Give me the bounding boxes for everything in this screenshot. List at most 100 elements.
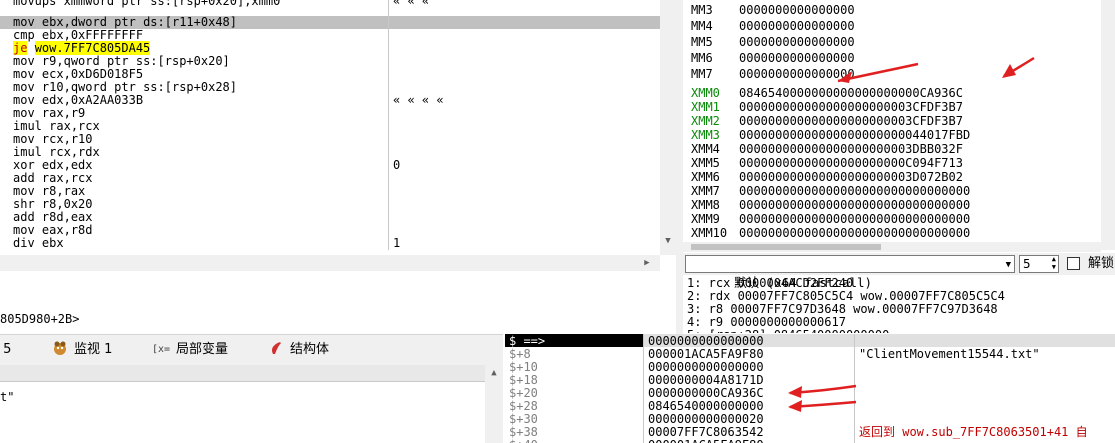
scroll-right-icon[interactable]: ▶ (640, 257, 654, 269)
call-convention-select[interactable]: 默认 (x64 fastcall) ▼ (685, 255, 1015, 290)
disasm-vertical-scrollbar[interactable]: ▼ (660, 0, 676, 255)
registers-pane[interactable]: MM3 0000000000000000 MM4 0000000000000000 MM… (683, 0, 1115, 250)
register-value: 0000000000000000 (739, 67, 855, 81)
stack-column-divider (643, 334, 644, 443)
register-name: MM5 (691, 35, 713, 49)
disasm-operands: r8d,eax (41, 210, 93, 224)
tab-label: 监视 1 (74, 342, 113, 357)
register-row-xmm5[interactable]: XMM5 00000000000000000000000C094F713 (691, 156, 963, 171)
unlock-label: 解锁 (1088, 256, 1115, 271)
disasm-operands: ebx,0xFFFFFFFF (41, 28, 144, 42)
disasm-horizontal-scrollbar[interactable]: ▶ (0, 255, 660, 271)
disasm-mnemonic: mov (13, 132, 35, 146)
disasm-mnemonic: imul (13, 145, 42, 159)
register-row-xmm0[interactable]: XMM0 0846540000000000000000000CA936C (691, 86, 963, 101)
disassembly-pane[interactable]: movups xmmword ptr ss:[rsp+0x20],xmm0 mo… (0, 0, 668, 250)
disasm-operands: r8,0x20 (41, 197, 93, 211)
disasm-operands: edx,edx (41, 158, 93, 172)
disasm-line-partial[interactable]: movups xmmword ptr ss:[rsp+0x20],xmm0 (13, 0, 280, 8)
register-row-xmm6[interactable]: XMM6 000000000000000000000003D072B02 (691, 170, 963, 185)
disasm-operands: eax,r8d (41, 223, 93, 237)
disasm-mnemonic: mov (13, 223, 35, 237)
register-name: XMM2 (691, 114, 720, 128)
tab-struct[interactable]: 结构体 (268, 339, 329, 361)
watch-cell-value: t" (0, 390, 15, 404)
register-value: 00000000000000000000000044017FBD (739, 128, 971, 142)
tab-locals[interactable]: [x=] 局部变量 (152, 339, 228, 361)
register-value: 00000000000000000000000000000000 (739, 212, 971, 226)
register-row-mm4[interactable]: MM4 0000000000000000 (691, 19, 855, 34)
disasm-operands: rcx,r10 (41, 132, 93, 146)
disasm-operands: ebx (41, 236, 64, 250)
register-value: 00000000000000000000000C094F713 (739, 156, 963, 170)
disasm-operands: r8,rax (41, 184, 86, 198)
register-name: XMM0 (691, 86, 720, 100)
watch-icon (54, 341, 66, 355)
tab-watch[interactable]: 监视 1 (52, 339, 112, 361)
registers-horizontal-scrollbar[interactable] (683, 242, 1101, 252)
disasm-operands: edx,0xA2AA033B (41, 93, 144, 107)
register-row-xmm8[interactable]: XMM8 00000000000000000000000000000000 (691, 198, 970, 213)
spinner-arrows-icon[interactable]: ▲ ▼ (1052, 255, 1056, 271)
comment-top: « « « (393, 0, 430, 8)
disasm-operands: r9,qword ptr ss:[rsp+0x20] (41, 54, 230, 68)
disasm-mnemonic: cmp (13, 28, 35, 42)
register-row-xmm7[interactable]: XMM7 00000000000000000000000000000000 (691, 184, 970, 199)
scroll-down-icon[interactable]: ▼ (661, 235, 675, 247)
watch-scrollbar[interactable]: ▲ (485, 365, 503, 443)
svg-text:[x=]: [x=] (152, 344, 170, 355)
disasm-line[interactable]: div ebx (13, 237, 64, 250)
argument-row[interactable]: 5: [rsp+28] 0846540000000000 (687, 329, 889, 334)
register-value: 0000000000000000 (739, 51, 855, 65)
register-name: MM3 (691, 3, 713, 17)
register-row-xmm3[interactable]: XMM3 00000000000000000000000044017FBD (691, 128, 971, 143)
stack-value[interactable]: 000001ACA5FA9F80 (648, 439, 764, 443)
tab-log[interactable]: 存 5 (0, 339, 11, 361)
disasm-mnemonic: add (13, 171, 35, 185)
comment-xor: 0 (393, 158, 401, 172)
register-row-xmm9[interactable]: XMM9 00000000000000000000000000000000 (691, 212, 971, 227)
comment-mov-edx: « « « « (393, 93, 444, 107)
stack-comment: 返回到 wow.sub_7FF7C8063501+41 自 (859, 425, 1088, 439)
register-row-mm7[interactable]: MM7 0000000000000000 (691, 67, 855, 82)
locals-icon: [x=] (152, 344, 170, 355)
register-row-xmm2[interactable]: XMM2 000000000000000000000003CFDF3B7 (691, 114, 963, 129)
register-name: MM4 (691, 19, 713, 33)
register-value: 00000000000000000000000000000000 (739, 226, 971, 240)
argument-count-spinner[interactable]: 5 ▲ ▼ (1019, 255, 1059, 273)
register-name: XMM5 (691, 156, 720, 170)
disasm-operands: rax,rcx (41, 171, 93, 185)
register-name: XMM1 (691, 100, 720, 114)
register-name: XMM4 (691, 142, 720, 156)
registers-scrollbar[interactable] (1101, 0, 1115, 250)
register-value: 000000000000000000000003D072B02 (739, 170, 963, 184)
register-row-mm5[interactable]: MM5 0000000000000000 (691, 35, 855, 50)
disasm-mnemonic: imul (13, 119, 42, 133)
register-row-mm3[interactable]: MM3 0000000000000000 (691, 3, 855, 18)
bottom-tab-bar: 存 5 监视 1 [x=] 局部变量 结构体 (0, 334, 503, 366)
info-text: 805D980+2B> (0, 312, 80, 326)
register-row-xmm1[interactable]: XMM1 000000000000000000000003CFDF3B7 (691, 100, 963, 115)
disasm-operands: wow.7FF7C805DA45 (34, 41, 151, 55)
arguments-list[interactable]: 1: rcx 0000004ACD2FF240 2: rdx 00007FF7C8… (683, 275, 1115, 334)
disasm-text: movups xmmword ptr ss:[rsp+0x20],xmm0 (13, 0, 281, 8)
register-value: 000000000000000000000003CFDF3B7 (739, 100, 963, 114)
register-row-xmm10[interactable]: XMM10 00000000000000000000000000000000 (691, 226, 971, 241)
stack-offset[interactable]: $+40 (509, 439, 538, 443)
disasm-operands: ebx,dword ptr ds:[r11+0x48] (41, 15, 237, 29)
unlock-checkbox[interactable] (1067, 257, 1080, 270)
argument-count-value: 5 (1023, 256, 1031, 271)
scroll-thumb[interactable] (691, 244, 881, 250)
register-name: XMM3 (691, 128, 720, 142)
disasm-mnemonic: mov (13, 15, 35, 29)
register-name: XMM6 (691, 170, 720, 184)
watch-pane[interactable]: ▲ t" (0, 365, 503, 443)
comment-div: 1 (393, 236, 401, 250)
register-row-xmm4[interactable]: XMM4 000000000000000000000003DBB032F (691, 142, 963, 157)
disasm-mnemonic: mov (13, 184, 35, 198)
scroll-up-icon[interactable]: ▲ (487, 367, 501, 379)
register-row-mm6[interactable]: MM6 0000000000000000 (691, 51, 855, 66)
disasm-operands: ecx,0xD6D018F5 (41, 67, 144, 81)
register-name: MM7 (691, 67, 713, 81)
stack-pane[interactable]: $ ==> 0000000000000000 $+8 000001ACA5FA9F80… (505, 334, 1115, 443)
